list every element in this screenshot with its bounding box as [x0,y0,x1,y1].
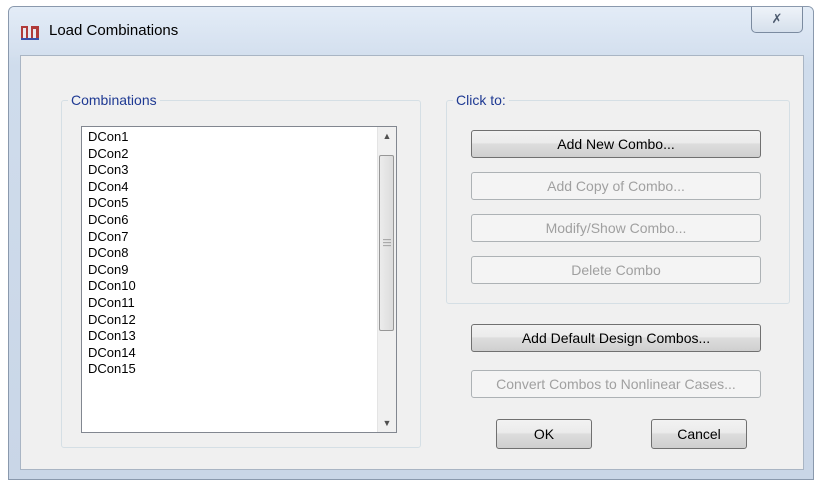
list-item[interactable]: DCon5 [88,195,368,212]
add-new-combo-button[interactable]: Add New Combo... [471,130,761,158]
scroll-down-arrow-icon[interactable]: ▼ [378,414,396,432]
list-item[interactable]: DCon12 [88,312,368,329]
list-scrollbar[interactable]: ▲ — — — ▼ [377,127,396,432]
add-default-design-combos-button[interactable]: Add Default Design Combos... [471,324,761,352]
list-item[interactable]: DCon3 [88,162,368,179]
load-combinations-dialog: Load Combinations ✗ Combinations DCon1 DC… [8,6,814,480]
list-item[interactable]: DCon9 [88,262,368,279]
list-item[interactable]: DCon2 [88,146,368,163]
combinations-listbox[interactable]: DCon1 DCon2 DCon3 DCon4 DCon5 DCon6 DCon7 DCon8… [81,126,397,433]
click-to-legend: Click to: [456,92,506,108]
scroll-up-arrow-icon[interactable]: ▲ [378,127,396,145]
list-item[interactable]: DCon10 [88,278,368,295]
title-bar[interactable]: Load Combinations ✗ [9,7,813,57]
list-item[interactable]: DCon11 [88,295,368,312]
list-item[interactable]: DCon13 [88,328,368,345]
list-item[interactable]: DCon8 [88,245,368,262]
add-copy-of-combo-button[interactable]: Add Copy of Combo... [471,172,761,200]
ok-button[interactable]: OK [496,419,592,449]
list-item[interactable]: DCon14 [88,345,368,362]
close-icon: ✗ [771,11,783,26]
combinations-legend: Combinations [71,92,157,108]
grip-icon: — — — [383,235,391,250]
structure-building-icon [21,25,39,40]
delete-combo-button[interactable]: Delete Combo [471,256,761,284]
dialog-client-area: Combinations DCon1 DCon2 DCon3 DCon4 DCon5 DC… [20,55,804,470]
list-item[interactable]: DCon15 [88,361,368,378]
list-item[interactable]: DCon4 [88,179,368,196]
convert-combos-button[interactable]: Convert Combos to Nonlinear Cases... [471,370,761,398]
combinations-list: DCon1 DCon2 DCon3 DCon4 DCon5 DCon6 DCon7 DCon8… [88,129,368,378]
scroll-thumb[interactable]: — — — [379,155,394,331]
window-title: Load Combinations [49,22,179,39]
modify-show-combo-button[interactable]: Modify/Show Combo... [471,214,761,242]
list-item[interactable]: DCon7 [88,229,368,246]
list-item[interactable]: DCon1 [88,129,368,146]
cancel-button[interactable]: Cancel [651,419,747,449]
list-item[interactable]: DCon6 [88,212,368,229]
close-button[interactable]: ✗ [751,7,803,33]
